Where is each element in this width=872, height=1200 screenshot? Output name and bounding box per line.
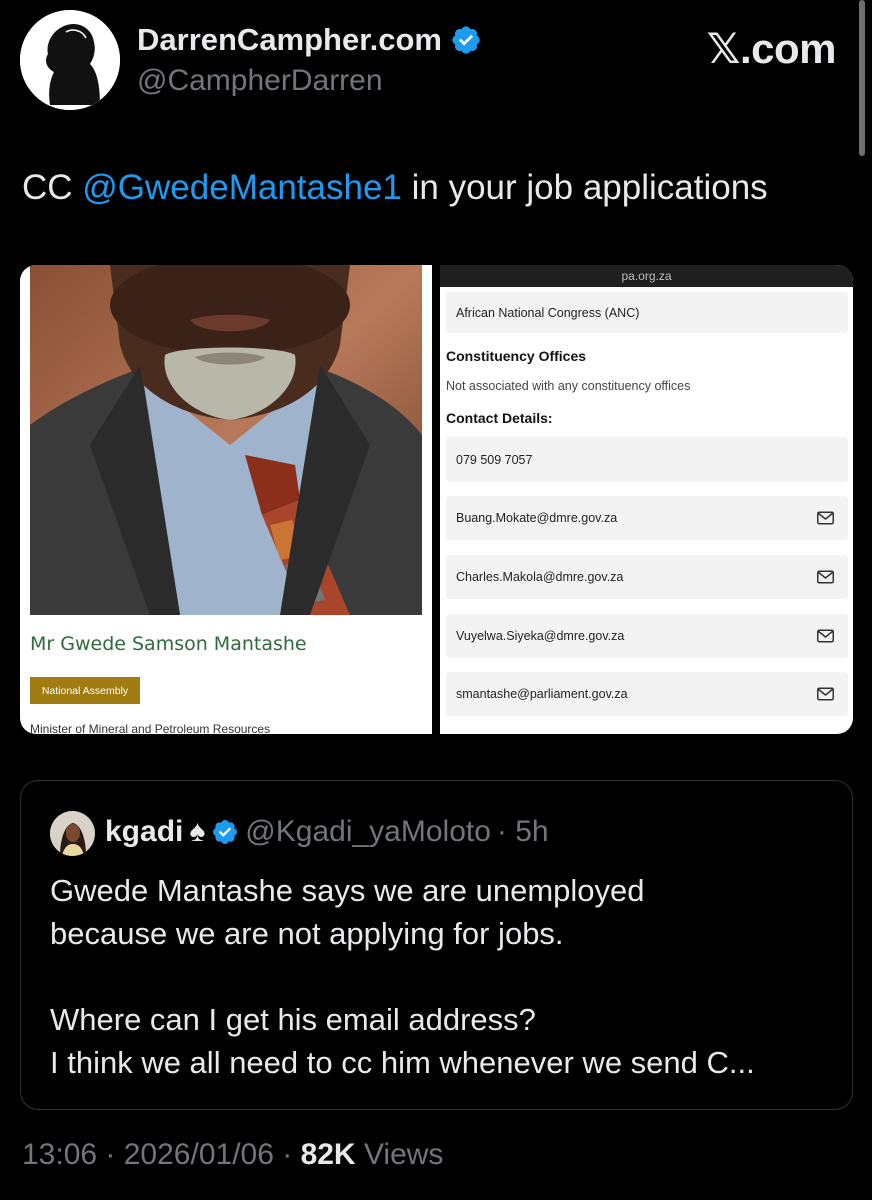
mail-icon[interactable] [817, 511, 834, 525]
tweet-text-prefix: CC [22, 168, 83, 207]
phone-value: 079 509 7057 [456, 452, 533, 467]
verified-badge-icon [213, 820, 238, 844]
x-logo: 𝕏.com [706, 25, 837, 72]
quote-avatar[interactable] [50, 811, 95, 856]
email-row[interactable]: Charles.Makola@dmre.gov.za [446, 555, 848, 599]
mail-icon[interactable] [817, 687, 834, 701]
email-row[interactable]: Buang.Mokate@dmre.gov.za [446, 496, 848, 540]
quote-timestamp[interactable]: · 5h [497, 815, 549, 849]
mail-icon[interactable] [817, 570, 834, 584]
constituency-heading: Constituency Offices [446, 348, 587, 364]
email-row[interactable]: Vuyelwa.Siyeka@dmre.gov.za [446, 614, 848, 658]
contact-heading: Contact Details: [446, 410, 553, 426]
quoted-tweet[interactable]: kgadi ♠ @Kgadi_yaMoloto · 5h Gwede Manta… [20, 780, 853, 1110]
media-image-left[interactable]: Mr Gwede Samson Mantashe National Assemb… [20, 265, 432, 734]
tweet-text: CC @GwedeMantashe1 in your job applicati… [22, 168, 768, 208]
tweet-text-suffix: in your job applications [401, 168, 768, 207]
party-field: African National Congress (ANC) [446, 292, 848, 333]
scrollbar[interactable] [859, 0, 865, 156]
spade-emoji: ♠ [189, 815, 206, 848]
tweet-date[interactable]: · 2026/01/06 · [105, 1138, 292, 1171]
national-assembly-badge: National Assembly [30, 677, 140, 704]
views-label: Views [363, 1138, 444, 1171]
tweet-meta: 13:06 · 2026/01/06 · 82K Views [22, 1138, 443, 1172]
quote-text: Gwede Mantashe says we are unemployed be… [50, 873, 755, 1080]
author-handle[interactable]: @CampherDarren [137, 64, 383, 98]
mention-link[interactable]: @GwedeMantashe1 [82, 168, 402, 207]
tweet-media[interactable]: Mr Gwede Samson Mantashe National Assemb… [20, 265, 853, 734]
email-row[interactable]: smantashe@parliament.gov.za [446, 672, 848, 716]
party-value: African National Congress (ANC) [456, 305, 640, 320]
email-value: smantashe@parliament.gov.za [456, 687, 628, 701]
browser-url-bar: pa.org.za [440, 265, 853, 287]
portrait-photo [30, 265, 422, 615]
email-value: Charles.Makola@dmre.gov.za [456, 570, 624, 584]
mp-title: Minister of Mineral and Petroleum Resour… [30, 722, 271, 734]
mp-name: Mr Gwede Samson Mantashe [30, 633, 307, 655]
phone-field: 079 509 7057 [446, 437, 848, 482]
constituency-text: Not associated with any constituency off… [446, 379, 691, 393]
email-value: Buang.Mokate@dmre.gov.za [456, 511, 618, 525]
tweet-time[interactable]: 13:06 [22, 1138, 97, 1171]
verified-badge-icon [452, 26, 480, 54]
author-name[interactable]: DarrenCampher.com [137, 22, 442, 58]
email-value: Vuyelwa.Siyeka@dmre.gov.za [456, 629, 625, 643]
quote-author-handle[interactable]: @Kgadi_yaMoloto [245, 815, 491, 849]
author-avatar[interactable] [20, 10, 120, 110]
mail-icon[interactable] [817, 629, 834, 643]
quote-author-name[interactable]: kgadi [105, 815, 183, 849]
media-image-right[interactable]: pa.org.za African National Congress (ANC… [440, 265, 853, 734]
views-count: 82K [300, 1138, 356, 1171]
